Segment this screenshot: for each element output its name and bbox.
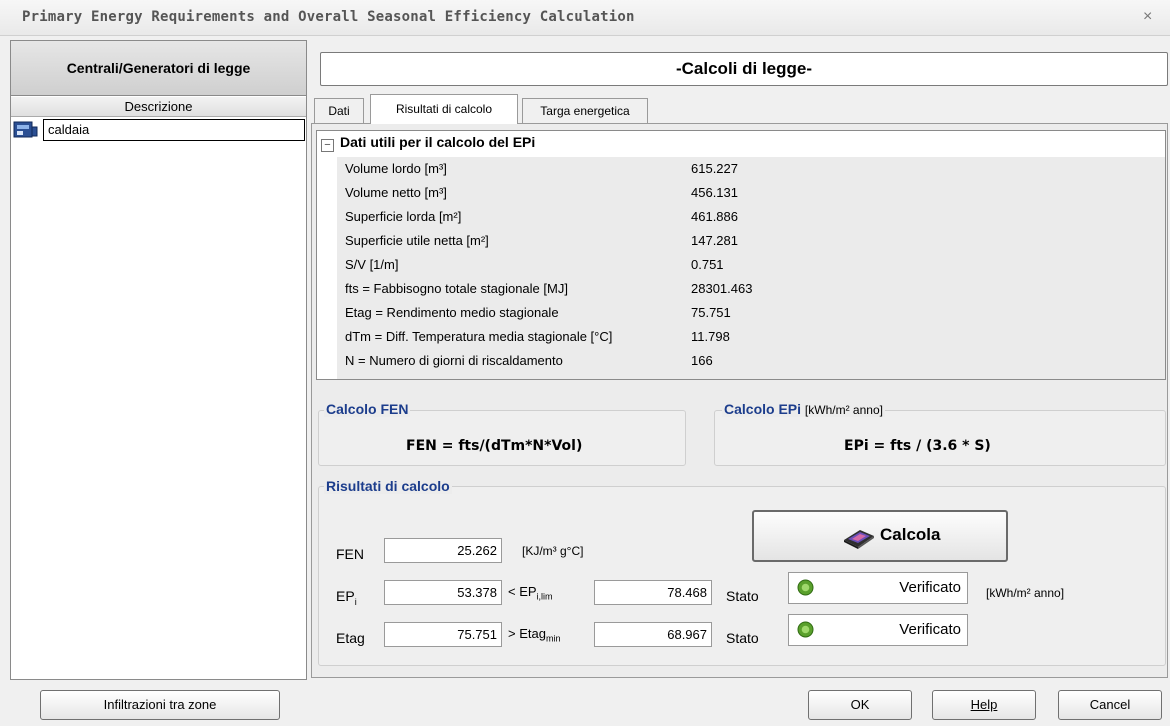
results-group-title: Risultati di calcolo [324,478,452,494]
row-label: N = Numero di giorni di riscaldamento [345,353,563,368]
epi-status-box: Verificato [788,572,968,604]
epi-value-field[interactable]: 53.378 [384,580,502,605]
epi-limit-label: < EPi,lim [508,584,553,602]
row-label: Superficie lorda [m²] [345,209,462,224]
epi-stato-label: Stato [726,588,759,604]
collapse-icon[interactable]: − [321,139,334,152]
window-title: Primary Energy Requirements and Overall … [22,9,635,25]
row-label: Superficie utile netta [m²] [345,233,489,248]
table-row[interactable]: Superficie lorda [m²] 461.886 [337,205,1165,229]
fen-group-title: Calcolo FEN [324,401,411,417]
table-row[interactable]: dTm = Diff. Temperatura media stagionale… [337,325,1165,349]
row-value: 0.751 [691,257,724,272]
table-row[interactable]: Volume lordo [m³] 615.227 [337,157,1165,181]
data-grid: − Dati utili per il calcolo del EPi Volum… [316,130,1166,380]
row-label: dTm = Diff. Temperatura media stagionale… [345,329,613,344]
row-label: Volume lordo [m³] [345,161,447,176]
calcola-button[interactable]: Calcola [752,510,1008,562]
row-value: 75.751 [691,305,731,320]
list-item[interactable]: caldaia [11,119,306,141]
etag-label: Etag [336,630,365,646]
epi-label-sub: i [354,596,357,607]
row-value: 11.798 [691,329,730,344]
tab-dati[interactable]: Dati [314,98,364,123]
row-label: S/V [1/m] [345,257,399,272]
table-row[interactable]: Volume netto [m³] 456.131 [337,181,1165,205]
row-label: fts = Fabbisogno totale stagionale [MJ] [345,281,568,296]
grid-group-title: Dati utili per il calcolo del EPi [340,134,536,150]
generators-panel: Centrali/Generatori di legge Descrizione… [10,40,307,680]
fen-unit: [KJ/m³ g°C] [522,544,584,558]
list-item-label: caldaia [43,119,305,141]
epi-group-unit: [kWh/m² anno] [804,403,883,417]
calcola-label: Calcola [880,525,941,544]
ok-button[interactable]: OK [808,690,912,720]
row-value: 166 [691,353,713,368]
row-value: 461.886 [691,209,738,224]
etag-compare-sub: min [545,633,561,644]
fen-value-field[interactable]: 25.262 [384,538,502,563]
row-value: 456.131 [691,185,738,200]
generators-panel-header: Centrali/Generatori di legge [11,41,306,96]
etag-status-text: Verificato [899,621,961,638]
epi-group-title: Calcolo EPi [kWh/m² anno] [722,401,885,417]
help-button[interactable]: Help [932,690,1036,720]
epi-label-text: EP [336,588,355,604]
title-bar: Primary Energy Requirements and Overall … [0,0,1170,36]
etag-status-box: Verificato [788,614,968,646]
grid-group-header[interactable]: − Dati utili per il calcolo del EPi [321,134,535,152]
fen-label: FEN [336,546,364,562]
tab-risultati-di-calcolo[interactable]: Risultati di calcolo [370,94,518,124]
status-ok-icon [797,579,814,596]
epi-group-title-text: Calcolo EPi [724,401,802,417]
epi-compare-sub: i,lim [536,591,553,602]
generator-icon [13,121,38,138]
row-label: Etag = Rendimento medio stagionale [345,305,559,320]
table-row[interactable]: Etag = Rendimento medio stagionale 75.75… [337,301,1165,325]
epi-unit: [kWh/m² anno] [986,586,1065,600]
etag-value-field[interactable]: 75.751 [384,622,502,647]
etag-stato-label: Stato [726,630,759,646]
row-value: 28301.463 [691,281,753,296]
table-row[interactable]: Superficie utile netta [m²] 147.281 [337,229,1165,253]
section-banner: -Calcoli di legge- [320,52,1168,86]
description-column-header[interactable]: Descrizione [11,97,306,117]
tab-targa-energetica[interactable]: Targa energetica [522,98,648,123]
close-icon[interactable]: × [1143,8,1152,26]
table-row[interactable]: N = Numero di giorni di riscaldamento 16… [337,349,1165,373]
etag-limit-field[interactable]: 68.967 [594,622,712,647]
epi-status-text: Verificato [899,579,961,596]
epi-label: EPi [336,588,357,607]
grid-body: Volume lordo [m³] 615.227 Volume netto [… [337,157,1165,379]
etag-limit-label: > Etagmin [508,626,560,644]
infiltrazioni-button[interactable]: Infiltrazioni tra zone [40,690,280,720]
epi-formula: EPi = fts / (3.6 * S) [844,438,991,454]
epi-limit-field[interactable]: 78.468 [594,580,712,605]
status-ok-icon [797,621,814,638]
row-value: 615.227 [691,161,738,176]
row-label: Volume netto [m³] [345,185,447,200]
etag-compare-text: > Etag [508,626,546,641]
calculator-icon [844,530,874,549]
row-value: 147.281 [691,233,738,248]
epi-compare-text: < EP [508,584,537,599]
table-row[interactable]: fts = Fabbisogno totale stagionale [MJ] … [337,277,1165,301]
fen-formula: FEN = fts/(dTm*N*Vol) [406,438,583,454]
cancel-button[interactable]: Cancel [1058,690,1162,720]
table-row[interactable]: S/V [1/m] 0.751 [337,253,1165,277]
